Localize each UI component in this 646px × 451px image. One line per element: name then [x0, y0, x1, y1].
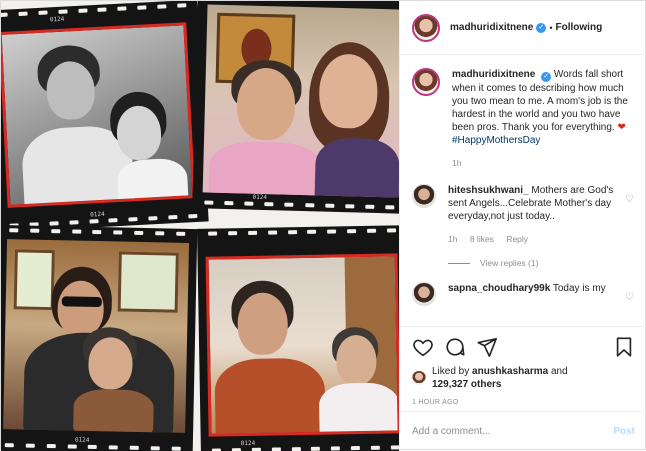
commenter-avatar[interactable] [412, 282, 436, 306]
post-window: 0124 0124 0124 0124 0124 madhuridixitnen… [0, 0, 646, 451]
comment-time[interactable]: 1h [448, 234, 457, 244]
caption: madhuridixitnene ✓ Words fall short when… [412, 68, 635, 170]
photo-selfie-mother-daughter [202, 4, 399, 198]
photo-hug-mother-daughter [3, 239, 190, 433]
film-number: 0124 [74, 436, 90, 444]
film-strip: 0124 0124 [1, 1, 209, 233]
post-comment-button[interactable]: Post [613, 426, 635, 437]
author-avatar[interactable] [412, 13, 440, 42]
post-timestamp[interactable]: 1 HOUR AGO [412, 399, 635, 406]
film-strip: 0124 [192, 1, 399, 214]
photo-two-mothers [205, 253, 399, 437]
film-sprocket-holes [1, 227, 197, 238]
comments-list[interactable]: madhuridixitnene ✓ Words fall short when… [400, 56, 646, 326]
liked-by-label: Liked by [432, 366, 470, 377]
liker-username[interactable]: anushkasharma [472, 366, 548, 377]
post-details-panel: madhuridixitnene ✓ • Following madhuridi… [399, 1, 646, 451]
caption-author-avatar[interactable] [412, 68, 440, 96]
film-strip: 0124 [1, 224, 198, 451]
comment-text: Today is my [552, 283, 606, 294]
film-number: 0124 [252, 193, 268, 202]
film-strip: 0124 [197, 225, 399, 451]
film-number: 0124 [89, 210, 105, 219]
separator-dot: • [549, 22, 553, 33]
likes-others-count[interactable]: 129,327 others [432, 379, 502, 390]
author-username[interactable]: madhuridixitnene [450, 22, 533, 33]
comment-item: hiteshsukhwani_ Mothers are God's sent A… [412, 184, 635, 246]
commenter-username[interactable]: hiteshsukhwani_ [448, 185, 529, 196]
small-heart-icon[interactable]: ♡ [625, 292, 635, 303]
caption-time[interactable]: 1h [452, 158, 461, 168]
photo-bw-mother-daughter [1, 22, 196, 208]
film-sprocket-holes [1, 2, 198, 20]
red-heart-emoji-icon: ❤ [617, 122, 626, 133]
likes-summary: Liked by anushkasharma and 129,327 other… [412, 365, 635, 391]
commenter-avatar[interactable] [412, 184, 436, 208]
post-image[interactable]: 0124 0124 0124 0124 0124 [1, 1, 399, 451]
verified-badge-icon: ✓ [536, 22, 547, 33]
post-header: madhuridixitnene ✓ • Following [400, 1, 646, 55]
caption-username[interactable]: madhuridixitnene [452, 69, 535, 80]
share-icon[interactable] [476, 336, 498, 358]
reply-button[interactable]: Reply [506, 234, 528, 244]
film-number: 0124 [49, 15, 65, 24]
add-comment-bar: Post [400, 411, 646, 451]
commenter-username[interactable]: sapna_choudhary99k [448, 283, 550, 294]
hashtag-link[interactable]: #HappyMothersDay [452, 135, 540, 146]
comment-input[interactable] [412, 426, 614, 437]
comment-icon[interactable] [444, 336, 466, 358]
heart-icon[interactable] [412, 336, 434, 358]
film-sprocket-holes [197, 227, 399, 238]
bookmark-icon[interactable] [613, 336, 635, 358]
film-number: 0124 [240, 439, 256, 448]
view-replies-link[interactable]: View replies (1) [448, 258, 635, 268]
view-replies-label: View replies (1) [480, 258, 539, 268]
liker-avatar[interactable] [412, 371, 426, 385]
replies-line [448, 262, 470, 264]
comment-likes[interactable]: 8 likes [470, 234, 494, 244]
comment-item: sapna_choudhary99k Today is my ♡ [412, 282, 635, 306]
film-sprocket-holes [192, 199, 399, 212]
verified-badge-icon: ✓ [541, 72, 552, 82]
small-heart-icon[interactable]: ♡ [625, 194, 635, 205]
likes-connector: and [550, 366, 568, 377]
following-button[interactable]: Following [556, 22, 603, 33]
post-actions: Liked by anushkasharma and 129,327 other… [400, 326, 646, 406]
